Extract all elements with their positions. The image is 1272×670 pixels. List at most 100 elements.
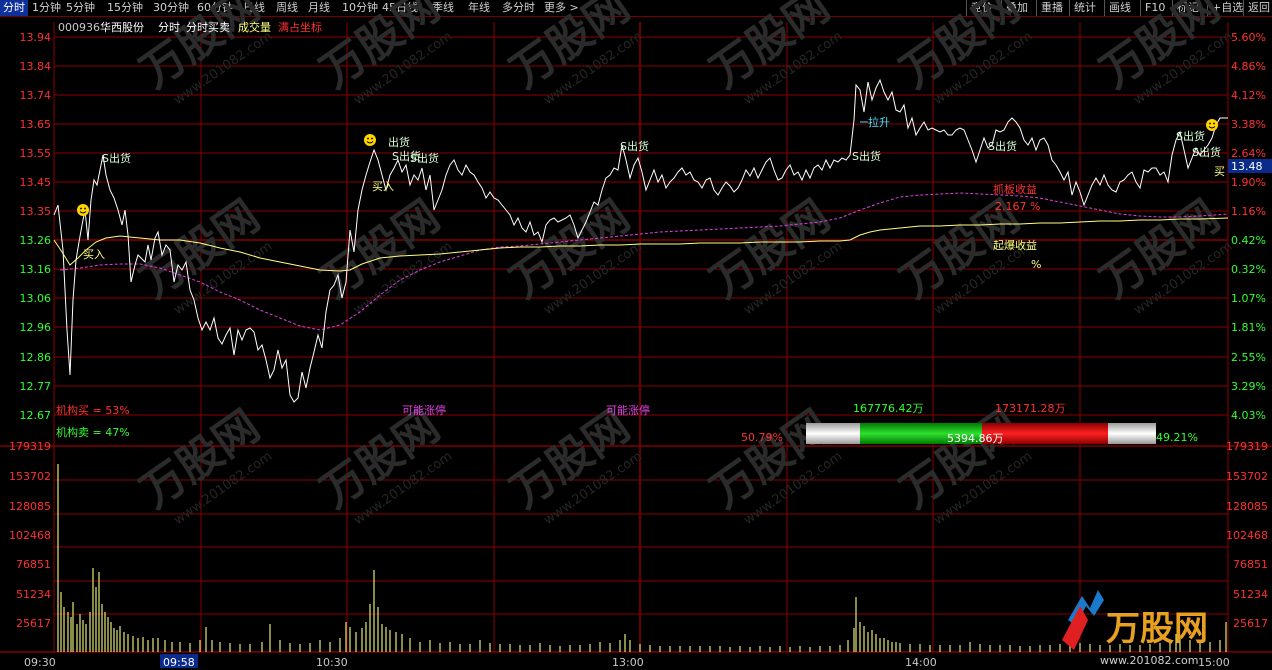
buy-signal: 买入 <box>372 180 394 193</box>
sell-amount-label: 173171.28万 <box>995 402 1066 415</box>
flow-bar-right-gray <box>1108 423 1156 444</box>
time-axis: 09:30 09:58 10:30 13:00 14:00 15:00 <box>24 654 1230 669</box>
time-tick-label: 15:00 <box>1198 656 1230 669</box>
buy-percent-label: 50.79% <box>741 431 783 444</box>
net-amount-label: 5394.86万 <box>947 432 1004 445</box>
percent-tick-label: 0.42% <box>1231 234 1266 247</box>
price-tick-label: 13.16 <box>20 263 52 276</box>
price-tick-label: 13.55 <box>20 147 52 160</box>
price-tick-label: 13.94 <box>20 31 52 44</box>
limit-up-label: 可能涨停 <box>606 403 650 417</box>
volume-tick-label-right: 51234 <box>1233 588 1268 601</box>
percent-tick-label: 5.60% <box>1231 31 1266 44</box>
sell-percent-label: 49.21% <box>1156 431 1198 444</box>
burst-profit-value: % <box>1031 258 1041 271</box>
smiley-icon <box>1206 119 1218 131</box>
buy-amount-label: 167776.42万 <box>853 402 924 415</box>
stock-code: 000936 <box>58 21 100 34</box>
logo-url: www.201082.com <box>1100 654 1198 667</box>
percent-tick-label: 4.03% <box>1231 409 1266 422</box>
buy-signal: 买入 <box>83 248 105 261</box>
percent-tick-label: 4.86% <box>1231 60 1266 73</box>
sell-signal: S出货 <box>988 139 1017 153</box>
stock-name: 华西股份 <box>100 20 144 34</box>
volume-label: 成交量 <box>238 20 271 34</box>
percent-tick-label: 2.55% <box>1231 351 1266 364</box>
watermark: 万股网www.201082.com <box>891 0 1035 108</box>
volume-tick-label-left: 51234 <box>16 588 51 601</box>
time-tick-label: 14:00 <box>905 656 937 669</box>
sell-signal: 出货 <box>388 135 410 149</box>
sell-signal: S出货 <box>1192 145 1221 159</box>
price-tick-label: 13.26 <box>20 234 52 247</box>
volume-tick-label-left: 102468 <box>9 529 51 542</box>
sub-mode-label: 分时买卖 <box>186 21 230 34</box>
price-tick-label: 13.84 <box>20 60 52 73</box>
volume-tick-label-right: 153702 <box>1226 470 1268 483</box>
sell-signal: S出货 <box>102 151 131 165</box>
price-tick-label: 13.35 <box>20 205 52 218</box>
watermark: 万股网www.201082.com <box>1091 0 1235 108</box>
buy-signal: 买 <box>1214 165 1225 178</box>
volume-bars <box>57 464 1227 652</box>
volume-tick-label-left: 179319 <box>9 440 51 453</box>
sell-signal: S出货 <box>852 149 881 163</box>
price-tick-label: 12.96 <box>20 321 52 334</box>
watermark: 万股网www.201082.com <box>501 0 645 108</box>
volume-tick-label-right: 128085 <box>1226 500 1268 513</box>
volume-tick-label-right: 76851 <box>1233 558 1268 571</box>
watermark: 万股网www.201082.com <box>311 0 455 108</box>
current-price-label: 13.48 <box>1231 160 1263 173</box>
smiley-icon <box>77 204 89 216</box>
intraday-chart: 万股网www.201082.com 万股网www.201082.com 万股网www… <box>0 0 1272 669</box>
price-tick-label: 13.74 <box>20 89 52 102</box>
volume-tick-label-right: 102468 <box>1226 529 1268 542</box>
percent-tick-label: 1.16% <box>1231 205 1266 218</box>
sell-signal: S出货 <box>1176 129 1205 143</box>
time-tick-label: 10:30 <box>316 656 348 669</box>
time-tick-label: 09:30 <box>24 656 56 669</box>
watermark: 万股网www.201082.com <box>131 0 275 108</box>
volume-tick-label-right: 179319 <box>1226 440 1268 453</box>
grid-lines <box>0 22 1272 653</box>
burst-profit-label: 起爆收益 <box>993 238 1037 252</box>
percent-tick-label: 1.81% <box>1231 321 1266 334</box>
volume-tick-label-left: 76851 <box>16 558 51 571</box>
time-tick-label: 13:00 <box>612 656 644 669</box>
institution-sell-label: 机构卖 = 47% <box>56 425 130 439</box>
percent-tick-label: 1.07% <box>1231 292 1266 305</box>
sell-signal: S出货 <box>620 139 649 153</box>
price-tick-label: 12.86 <box>20 351 52 364</box>
coordinate-label: 满占坐标 <box>278 20 322 34</box>
smiley-icon <box>364 134 376 146</box>
watermark: 万股网www.201082.com <box>701 0 845 108</box>
brand-logo: 万股网 www.201082.com <box>1062 590 1208 667</box>
limit-up-label: 可能涨停 <box>402 403 446 417</box>
price-tick-label: 12.67 <box>20 409 52 422</box>
volume-tick-label-left: 128085 <box>9 500 51 513</box>
sell-signal: S出货 <box>410 151 439 165</box>
volume-tick-label-left: 25617 <box>16 617 51 630</box>
volume-tick-label-right: 25617 <box>1233 617 1268 630</box>
percent-tick-label: 1.90% <box>1231 176 1266 189</box>
price-tick-label: 13.06 <box>20 292 52 305</box>
percent-tick-label: 3.38% <box>1231 118 1266 131</box>
time-tick-label: 09:58 <box>163 656 195 669</box>
grab-profit-label: 抓板收益 <box>993 182 1037 196</box>
logo-brand: 万股网 <box>1106 609 1208 649</box>
flow-bar-left-gray <box>806 423 860 444</box>
percent-tick-label: 2.64% <box>1231 147 1266 160</box>
price-tick-label: 13.65 <box>20 118 52 131</box>
price-tick-label: 13.45 <box>20 176 52 189</box>
percent-axis: 5.60% 4.86% 4.12% 3.38% 2.64% 1.90% 1.16% 0.42%… <box>1228 31 1272 422</box>
price-tick-label: 12.77 <box>20 380 52 393</box>
watermark-layer: 万股网www.201082.com 万股网www.201082.com 万股网www… <box>131 0 1235 528</box>
volume-tick-label-left: 153702 <box>9 470 51 483</box>
percent-tick-label: 4.12% <box>1231 89 1266 102</box>
lift-signal: 拉升 <box>868 115 890 129</box>
institution-buy-label: 机构买 = 53% <box>56 403 130 417</box>
price-axis: 13.94 13.84 13.74 13.65 13.55 13.45 13.35 13.26… <box>20 31 52 422</box>
percent-tick-label: 3.29% <box>1231 380 1266 393</box>
percent-tick-label: 0.32% <box>1231 263 1266 276</box>
grab-profit-value: 2.167 % <box>995 200 1040 213</box>
